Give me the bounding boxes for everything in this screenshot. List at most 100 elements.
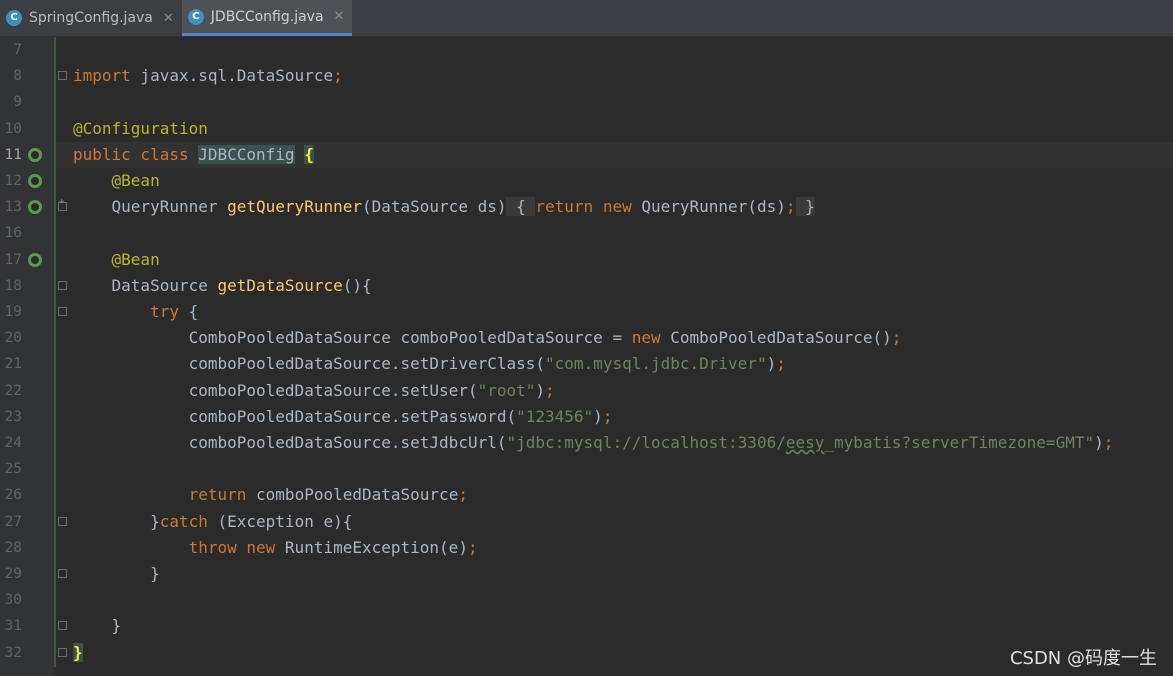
code-token: QueryRunner (73, 197, 228, 217)
fold-collapse-icon[interactable] (58, 516, 67, 526)
code-token: ; (545, 380, 555, 400)
code-token: comboPooledDataSource.setPassword( (73, 406, 517, 426)
code-token: ; (602, 406, 613, 426)
code-line[interactable]: }catch (Exception e){ (56, 509, 1173, 535)
code-line[interactable]: comboPooledDataSource.setPassword("12345… (56, 404, 1173, 430)
code-token: ComboPooledDataSource comboPooledDataSou… (73, 328, 632, 348)
code-token: _mybatis?serverTimezone=GMT" (824, 433, 1095, 452)
code-token: } (73, 642, 83, 662)
spring-bean-config-icon[interactable] (28, 147, 42, 162)
tab-jdbcconfig-java[interactable]: C JDBCConfig.java ✕ (181, 0, 353, 36)
code-token: return new (535, 197, 642, 217)
code-line[interactable]: comboPooledDataSource.setUser("root"); (56, 378, 1173, 404)
code-token: ) (1094, 433, 1104, 452)
code-token: { (304, 144, 314, 164)
tab-springconfig-java[interactable]: C SpringConfig.java ✕ (0, 0, 182, 36)
spring-bean-icon[interactable] (28, 252, 42, 267)
class-c-icon: C (187, 8, 204, 25)
code-token: getDataSource (217, 275, 343, 295)
code-line[interactable]: @Configuration (56, 116, 1173, 142)
code-token: } (795, 197, 815, 217)
tab-label: JDBCConfig.java (210, 8, 324, 25)
code-line[interactable]: @Bean (56, 247, 1173, 273)
code-line[interactable]: ComboPooledDataSource comboPooledDataSou… (56, 325, 1173, 351)
code-line[interactable] (56, 89, 1173, 115)
code-token: } (73, 564, 160, 583)
code-editor[interactable]: import javax.sql.DataSource; @Configurati… (56, 37, 1173, 676)
code-line[interactable] (56, 587, 1173, 613)
line-number: 28 (4, 539, 22, 556)
close-icon[interactable]: ✕ (334, 9, 345, 24)
code-token: comboPooledDataSource.setDriverClass( (73, 354, 546, 374)
code-line[interactable] (56, 37, 1173, 63)
line-number: 30 (4, 592, 22, 609)
line-number: 26 (4, 487, 22, 504)
code-token: @Bean (111, 171, 160, 190)
line-number: 9 (13, 94, 22, 111)
code-token: JDBCConfig (198, 144, 295, 164)
line-number: 25 (4, 461, 22, 478)
code-line[interactable]: } (56, 561, 1173, 587)
code-line[interactable]: throw new RuntimeException(e); (56, 535, 1173, 561)
code-line[interactable]: import javax.sql.DataSource; (56, 63, 1173, 89)
code-line[interactable]: } (56, 640, 1173, 666)
line-number: 12 (4, 173, 22, 189)
code-token: ; (785, 197, 796, 217)
code-line[interactable]: @Bean (56, 168, 1173, 194)
code-line[interactable]: return comboPooledDataSource; (56, 482, 1173, 508)
line-number: 29 (4, 566, 22, 582)
code-token: "root" (477, 380, 536, 400)
class-c-icon: C (6, 10, 22, 26)
line-number: 20 (4, 330, 22, 347)
fold-expand-icon[interactable] (58, 197, 67, 212)
line-number: 13 (4, 199, 22, 216)
code-token: RuntimeException(e) (284, 537, 468, 557)
code-line[interactable]: comboPooledDataSource.setJdbcUrl("jdbc:m… (56, 430, 1173, 456)
fold-collapse-icon[interactable] (58, 307, 67, 316)
code-token: } (73, 511, 160, 531)
line-number: 10 (4, 120, 22, 137)
watermark: CSDN @码度一生 (1009, 648, 1157, 669)
fold-collapse-icon[interactable] (58, 71, 67, 81)
close-icon[interactable]: ✕ (163, 11, 174, 26)
code-token: ; (776, 354, 786, 374)
code-line[interactable] (56, 220, 1173, 246)
code-line[interactable]: DataSource getDataSource(){ (56, 273, 1173, 299)
code-token: ; (333, 66, 343, 86)
code-token: @Configuration (73, 118, 208, 138)
fold-collapse-icon[interactable] (58, 621, 67, 631)
code-token: ) (593, 406, 603, 426)
code-line[interactable]: } (56, 613, 1173, 639)
line-number: 16 (4, 225, 22, 242)
code-line[interactable]: try { (56, 299, 1173, 325)
fold-collapse-icon[interactable] (58, 647, 67, 657)
code-token: ; (467, 537, 478, 557)
code-token: ; (1103, 433, 1114, 452)
line-number: 17 (4, 251, 22, 268)
line-number: 31 (4, 618, 22, 635)
code-token: ; (891, 328, 902, 348)
spring-bean-icon[interactable] (28, 174, 42, 188)
code-token: (){ (342, 275, 372, 295)
code-token: ) (535, 380, 546, 400)
line-number: 7 (13, 42, 22, 58)
code-token: "jdbc:mysql://localhost:3306/ (506, 433, 786, 452)
code-line[interactable]: QueryRunner getQueryRunner(DataSource ds… (56, 194, 1173, 220)
fold-collapse-icon[interactable] (58, 280, 67, 290)
fold-collapse-icon[interactable] (58, 569, 67, 578)
code-token: throw new (188, 537, 285, 557)
code-token: import (73, 66, 131, 86)
code-line[interactable]: public class JDBCConfig { (56, 141, 1173, 168)
code-token: (Exception e){ (217, 511, 353, 531)
line-number: 22 (4, 382, 22, 399)
code-token: "com.mysql.jdbc.Driver" (545, 354, 767, 374)
code-line[interactable] (56, 456, 1173, 482)
code-line[interactable]: comboPooledDataSource.setDriverClass("co… (56, 351, 1173, 377)
line-number: 23 (4, 408, 22, 425)
code-token: new (631, 328, 671, 348)
